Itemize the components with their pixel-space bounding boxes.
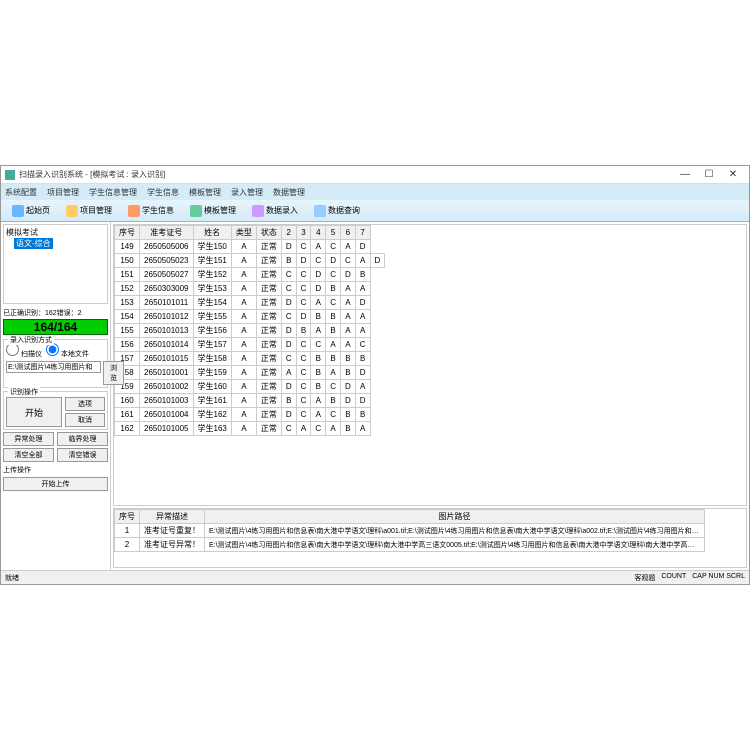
statusbar: 就绪 客观题 COUNT CAP NUM SCRL xyxy=(1,570,749,584)
table-row[interactable]: 1622650101005学生163A正常CACABA xyxy=(115,422,385,436)
menu-项目管理[interactable]: 项目管理 xyxy=(47,187,79,198)
cancel-button[interactable]: 取消 xyxy=(65,413,105,427)
status-left: 就绪 xyxy=(5,573,19,583)
maximize-button[interactable]: ☐ xyxy=(697,169,721,180)
status-subject: 客观题 xyxy=(634,573,655,583)
toolbtn-数据查询[interactable]: 数据查询 xyxy=(307,203,367,219)
toolbtn-学生信息[interactable]: 学生信息 xyxy=(121,203,181,219)
menu-学生信息[interactable]: 学生信息 xyxy=(147,187,179,198)
radio-local-file[interactable]: 本地文件 xyxy=(46,343,89,359)
table-row[interactable]: 1572650101015学生158A正常CCBBBB xyxy=(115,352,385,366)
toolbtn-icon xyxy=(252,205,264,217)
col-header[interactable]: 4 xyxy=(311,226,326,240)
window-title: 扫描录入识别系统 - [模拟考试 : 录入识别] xyxy=(19,169,673,180)
titlebar: 扫描录入识别系统 - [模拟考试 : 录入识别] — ☐ ✕ xyxy=(1,166,749,184)
content-area: 序号准考证号姓名类型状态2345671492650505006学生150A正常D… xyxy=(111,222,749,570)
toolbtn-项目管理[interactable]: 项目管理 xyxy=(59,203,119,219)
table-row[interactable]: 1542650101012学生155A正常CDBBAA xyxy=(115,310,385,324)
clear-all-button[interactable]: 清空全部 xyxy=(3,448,54,462)
toolbtn-icon xyxy=(66,205,78,217)
col-header[interactable]: 准考证号 xyxy=(140,226,194,240)
menu-数据管理[interactable]: 数据管理 xyxy=(273,187,305,198)
recognition-stats: 已正确识别：162错误：2 xyxy=(3,308,108,318)
options-button[interactable]: 选项 xyxy=(65,397,105,411)
boundary-handle-button[interactable]: 临界处理 xyxy=(57,432,108,446)
col-header[interactable]: 2 xyxy=(281,226,296,240)
upload-title: 上传操作 xyxy=(3,465,108,475)
menu-系统配置[interactable]: 系统配置 xyxy=(5,187,37,198)
toolbtn-icon xyxy=(128,205,140,217)
col-header[interactable]: 3 xyxy=(296,226,311,240)
toolbtn-起始页[interactable]: 起始页 xyxy=(5,203,57,219)
tree-root[interactable]: 模拟考试 xyxy=(6,227,105,238)
table-row[interactable]: 1612650101004学生162A正常DCACBB xyxy=(115,408,385,422)
table-row[interactable]: 1552650101013学生156A正常DBABAA xyxy=(115,324,385,338)
err-col-header[interactable]: 序号 xyxy=(115,510,140,524)
tree-child-selected[interactable]: 语文-综合 xyxy=(14,238,53,249)
minimize-button[interactable]: — xyxy=(673,169,697,180)
recognize-group: 识别操作 开始 选项 取消 xyxy=(3,391,108,430)
table-row[interactable]: 1582650101001学生159A正常ACBABD xyxy=(115,366,385,380)
progress-counter: 164/164 xyxy=(3,319,108,335)
browse-button[interactable]: 浏览 xyxy=(103,361,124,385)
toolbtn-模板管理[interactable]: 模板管理 xyxy=(183,203,243,219)
table-row[interactable]: 1532650101011学生154A正常DCACAD xyxy=(115,296,385,310)
col-header[interactable]: 6 xyxy=(340,226,355,240)
toolbtn-icon xyxy=(190,205,202,217)
col-header[interactable]: 姓名 xyxy=(193,226,231,240)
menu-学生信息管理[interactable]: 学生信息管理 xyxy=(89,187,137,198)
table-row[interactable]: 1602650101003学生161A正常BCABDD xyxy=(115,394,385,408)
col-header[interactable]: 状态 xyxy=(256,226,281,240)
col-header[interactable]: 5 xyxy=(326,226,341,240)
col-header[interactable]: 7 xyxy=(355,226,370,240)
err-col-header[interactable]: 图片路径 xyxy=(205,510,705,524)
err-col-header[interactable]: 异常描述 xyxy=(140,510,205,524)
table-row[interactable]: 1512650505027学生152A正常CCDCDB xyxy=(115,268,385,282)
sidebar: 模拟考试 语文-综合 已正确识别：162错误：2 164/164 录入识别方式 … xyxy=(1,222,111,570)
radio-scanner[interactable]: 扫描仪 xyxy=(6,343,42,359)
scan-mode-group: 录入识别方式 扫描仪 本地文件 浏览 xyxy=(3,339,108,388)
exception-handle-button[interactable]: 异常处理 xyxy=(3,432,54,446)
col-header[interactable]: 序号 xyxy=(115,226,140,240)
table-row[interactable]: 1502650505023学生151A正常BDCDCAD xyxy=(115,254,385,268)
menu-模板管理[interactable]: 模板管理 xyxy=(189,187,221,198)
menubar: 系统配置项目管理学生信息管理学生信息模板管理录入管理数据管理 xyxy=(1,184,749,200)
errors-table: 序号异常描述图片路径1准考证号重复！E:\测试图片\4练习用图片和信息表\南大港… xyxy=(114,509,705,552)
upload-button[interactable]: 开始上传 xyxy=(3,477,108,491)
toolbtn-icon xyxy=(12,205,24,217)
menu-录入管理[interactable]: 录入管理 xyxy=(231,187,263,198)
status-count: COUNT xyxy=(661,573,686,583)
project-tree[interactable]: 模拟考试 语文-综合 xyxy=(3,224,108,304)
start-button[interactable]: 开始 xyxy=(6,397,62,427)
close-button[interactable]: ✕ xyxy=(721,169,745,180)
error-table-wrap[interactable]: 序号异常描述图片路径1准考证号重复！E:\测试图片\4练习用图片和信息表\南大港… xyxy=(113,508,747,568)
toolbtn-icon xyxy=(314,205,326,217)
table-row[interactable]: 1492650505006学生150A正常DCACAD xyxy=(115,240,385,254)
status-locks: CAP NUM SCRL xyxy=(692,573,745,583)
error-row[interactable]: 1准考证号重复！E:\测试图片\4练习用图片和信息表\南大港中学语文\理科\a0… xyxy=(115,524,705,538)
clear-errors-button[interactable]: 清空错误 xyxy=(57,448,108,462)
table-row[interactable]: 1562650101014学生157A正常DCCAAC xyxy=(115,338,385,352)
col-header[interactable]: 类型 xyxy=(231,226,256,240)
table-row[interactable]: 1592650101002学生160A正常DCBCDA xyxy=(115,380,385,394)
error-row[interactable]: 2准考证号异常！E:\测试图片\4练习用图片和信息表\南大港中学语文\理科\南大… xyxy=(115,538,705,552)
toolbar: 起始页项目管理学生信息模板管理数据录入数据查询 xyxy=(1,200,749,222)
table-row[interactable]: 1522650303009学生153A正常CCDBAA xyxy=(115,282,385,296)
app-icon xyxy=(5,170,15,180)
scan-mode-title: 录入识别方式 xyxy=(8,335,54,345)
main-table-wrap[interactable]: 序号准考证号姓名类型状态2345671492650505006学生150A正常D… xyxy=(113,224,747,506)
toolbtn-数据录入[interactable]: 数据录入 xyxy=(245,203,305,219)
recognize-title: 识别操作 xyxy=(8,387,40,397)
results-table: 序号准考证号姓名类型状态2345671492650505006学生150A正常D… xyxy=(114,225,385,436)
file-path-input[interactable] xyxy=(6,361,101,373)
